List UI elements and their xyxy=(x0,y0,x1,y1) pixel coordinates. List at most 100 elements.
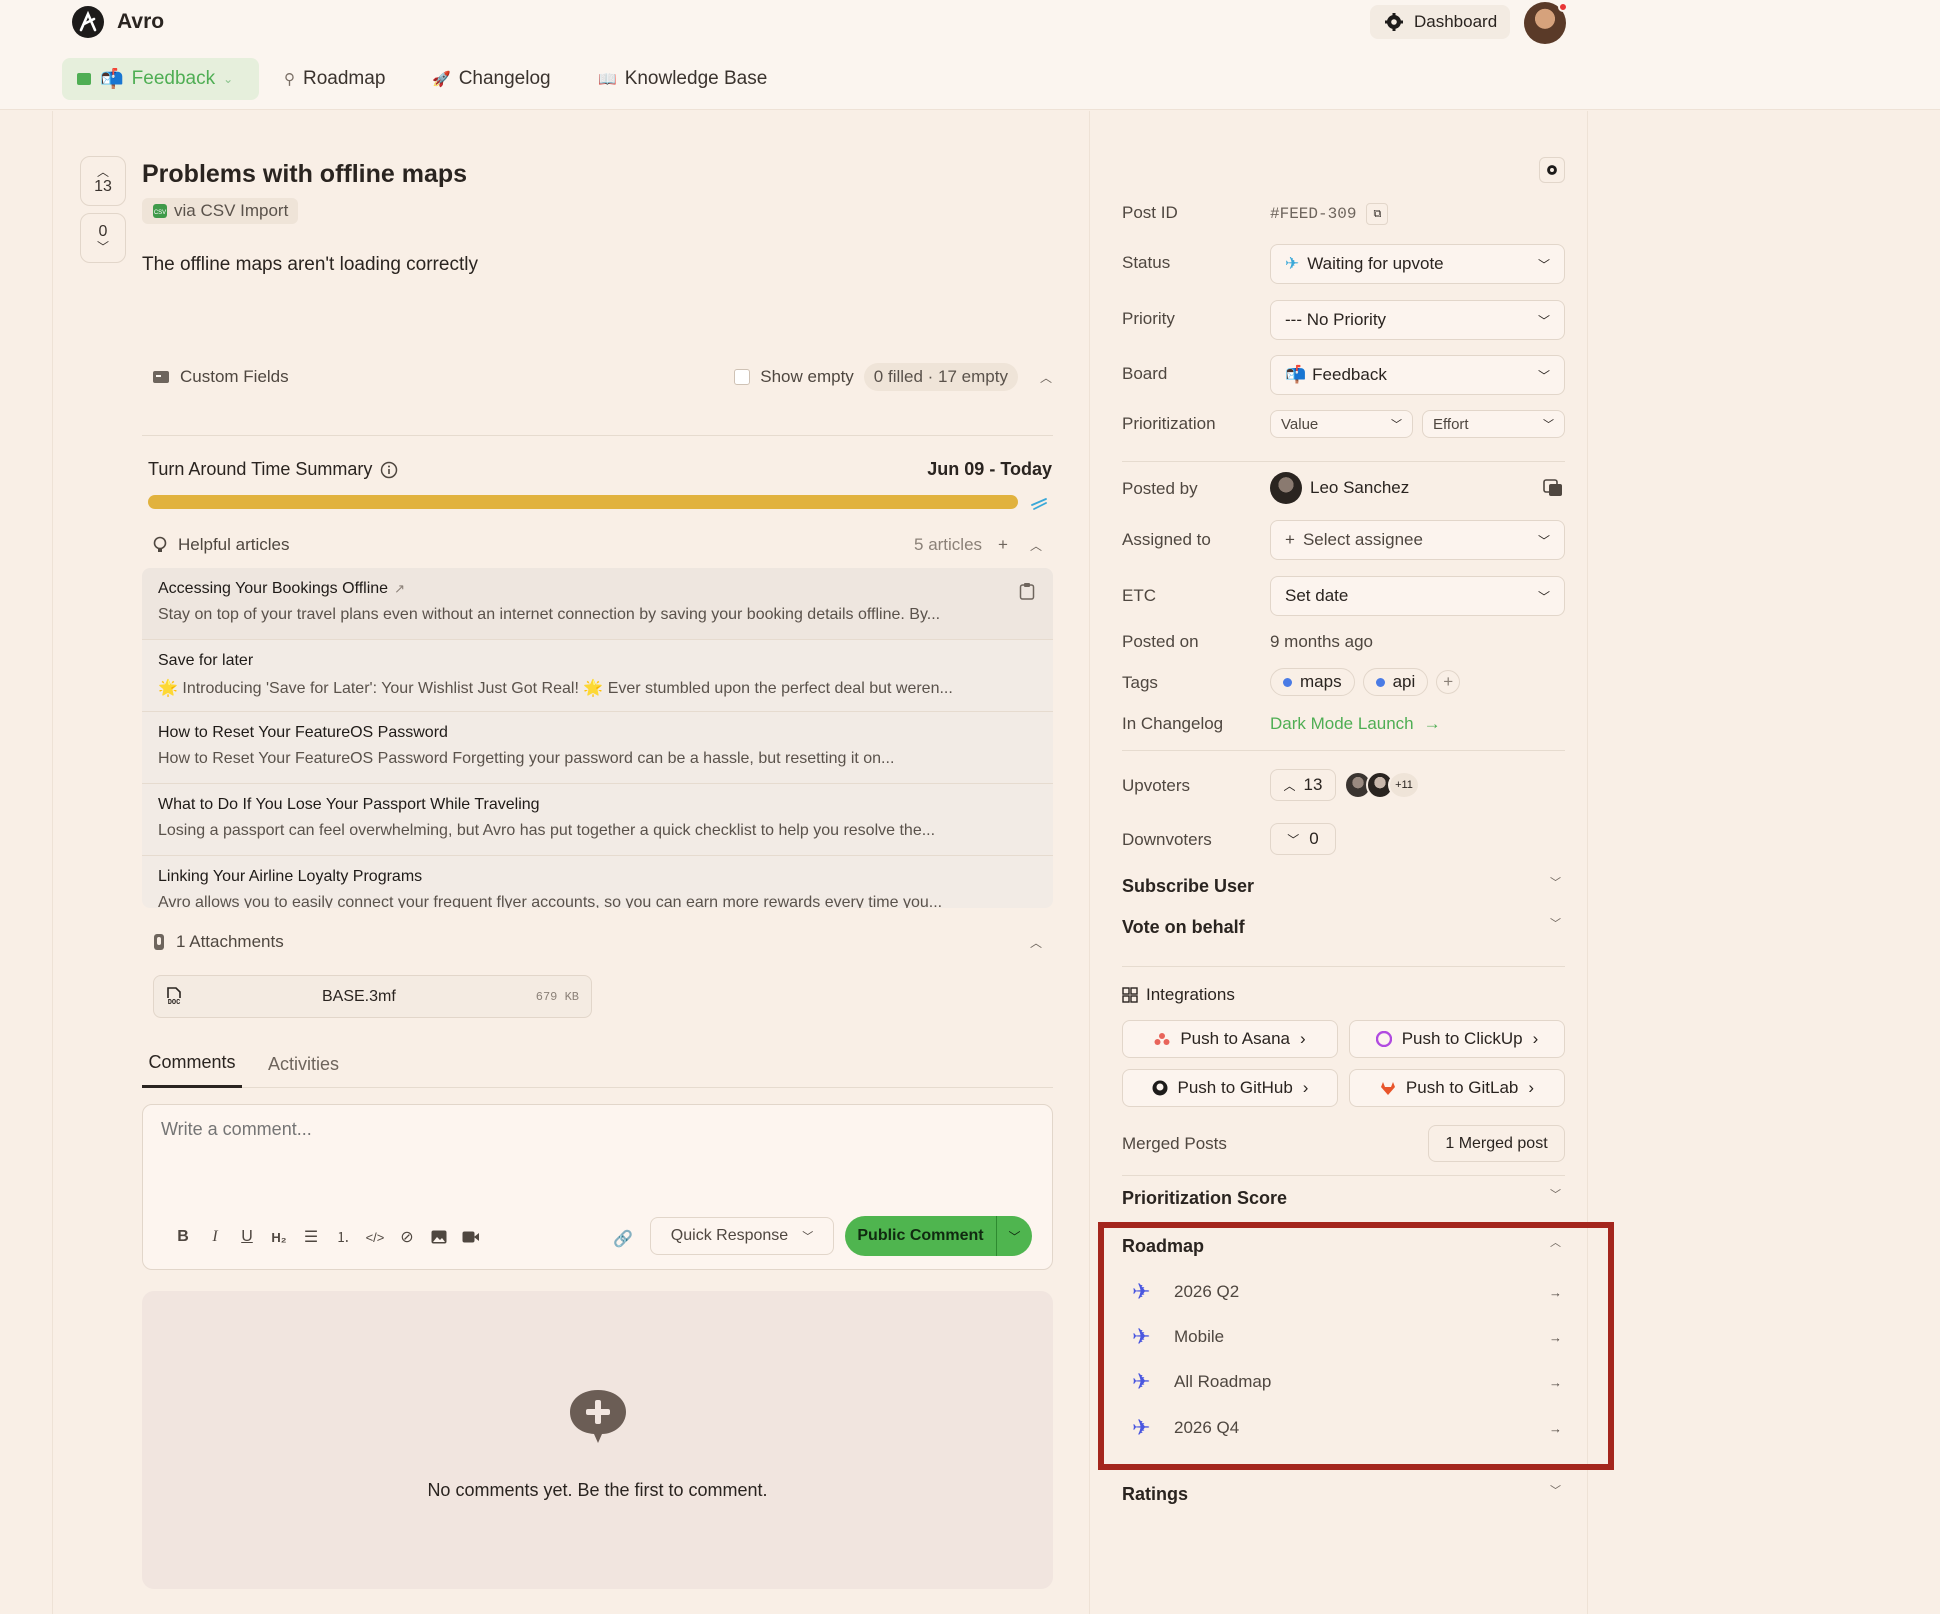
merged-posts-button[interactable]: 1 Merged post xyxy=(1428,1125,1565,1162)
chevron-down-icon: ﹀ xyxy=(1391,419,1402,431)
effort-select[interactable]: Effort ﹀ xyxy=(1422,410,1565,438)
board-select[interactable]: 📬 Feedback ﹀ xyxy=(1270,355,1565,395)
dashboard-button[interactable]: Dashboard xyxy=(1370,5,1510,39)
downvote-button[interactable]: 0 ﹀ xyxy=(80,213,126,263)
ratings-header[interactable]: Ratings xyxy=(1122,1484,1188,1505)
downvoters-button[interactable]: ﹀ 0 xyxy=(1270,823,1336,855)
attachments-header[interactable]: 1 Attachments ︿ xyxy=(152,930,1042,954)
priority-label: Priority xyxy=(1122,309,1175,328)
italic-icon[interactable]: I xyxy=(205,1227,225,1247)
csv-icon: CSV xyxy=(152,203,168,219)
tag-chip[interactable]: maps xyxy=(1270,668,1355,696)
comment-input[interactable] xyxy=(161,1119,1031,1179)
link-icon[interactable]: ⊘ xyxy=(397,1227,417,1247)
chevron-up-icon: ︿ xyxy=(1283,778,1296,793)
roadmap-item[interactable]: ✈ 2026 Q2 → xyxy=(1132,1272,1562,1312)
push-to-github-button[interactable]: Push to GitHub › xyxy=(1122,1069,1338,1107)
article-item[interactable]: Save for later 🌟 Introducing 'Save for L… xyxy=(142,640,1053,712)
chevron-up-icon[interactable]: ︿ xyxy=(1030,934,1042,951)
quick-response-select[interactable]: Quick Response ﹀ xyxy=(650,1217,834,1255)
value-select[interactable]: Value ﹀ xyxy=(1270,410,1413,438)
roadmap-item[interactable]: ✈ All Roadmap → xyxy=(1132,1362,1562,1402)
article-item[interactable]: Linking Your Airline Loyalty Programs Av… xyxy=(142,856,1053,908)
add-comment-icon[interactable] xyxy=(568,1388,628,1444)
article-snippet: 🌟 Introducing 'Save for Later': Your Wis… xyxy=(158,680,953,697)
custom-fields-header[interactable]: Custom Fields Show empty 0 filled · 17 e… xyxy=(152,363,1052,391)
image-icon[interactable] xyxy=(429,1227,449,1247)
airplane-icon: ✈ xyxy=(1132,1415,1151,1440)
tab-activities[interactable]: Activities xyxy=(268,1040,339,1088)
etc-select[interactable]: Set date ﹀ xyxy=(1270,576,1565,616)
chevron-down-icon[interactable]: ﹀ xyxy=(1550,1186,1561,1202)
avro-logo-icon[interactable] xyxy=(72,6,104,38)
changelog-value: Dark Mode Launch xyxy=(1270,714,1414,733)
plus-icon[interactable]: + xyxy=(998,535,1008,555)
push-to-gitlab-button[interactable]: Push to GitLab › xyxy=(1349,1069,1565,1107)
chevron-down-icon[interactable]: ﹀ xyxy=(1550,874,1561,890)
copy-icon[interactable]: ⧉ xyxy=(1366,203,1389,225)
lightbulb-icon xyxy=(152,536,168,554)
nav-changelog[interactable]: 🚀 Changelog xyxy=(418,58,565,100)
chevron-down-icon: ﹀ xyxy=(1537,368,1550,383)
push-to-asana-button[interactable]: Push to Asana › xyxy=(1122,1020,1338,1058)
chevron-up-icon[interactable]: ︿ xyxy=(1040,369,1052,386)
roadmap-item-label: All Roadmap xyxy=(1174,1372,1272,1391)
chevron-up-icon[interactable]: ︿ xyxy=(1030,537,1042,554)
roadmap-item[interactable]: ✈ 2026 Q4 → xyxy=(1132,1408,1562,1448)
push-to-github-label: Push to GitHub xyxy=(1177,1078,1293,1097)
merged-posts-label: Merged Posts xyxy=(1122,1134,1227,1153)
upvoters-button[interactable]: ︿ 13 xyxy=(1270,769,1336,801)
helpful-articles-header[interactable]: Helpful articles 5 articles + ︿ xyxy=(152,533,1042,557)
add-tag-button[interactable]: + xyxy=(1436,670,1461,694)
nav-feedback[interactable]: 📬 Feedback ⌄ xyxy=(62,58,259,100)
nav-knowledge-base[interactable]: 📖 Knowledge Base xyxy=(584,58,781,100)
custom-fields-label: Custom Fields xyxy=(180,367,289,386)
chevron-down-icon[interactable]: ﹀ xyxy=(996,1216,1032,1256)
changelog-link[interactable]: Dark Mode Launch → xyxy=(1270,714,1441,734)
heading-icon[interactable]: H₂ xyxy=(269,1227,289,1247)
vote-on-behalf-header[interactable]: Vote on behalf xyxy=(1122,917,1245,938)
numbered-list-icon[interactable]: ⒈ xyxy=(333,1227,353,1247)
video-icon[interactable] xyxy=(461,1227,481,1247)
airplane-icon: ✈ xyxy=(1132,1324,1151,1349)
chevron-up-icon[interactable]: ︿ xyxy=(1550,1234,1561,1250)
roadmap-item-label: 2026 Q4 xyxy=(1174,1418,1240,1437)
assignee-select[interactable]: + Select assignee ﹀ xyxy=(1270,520,1565,560)
prioritization-score-header[interactable]: Prioritization Score xyxy=(1122,1188,1287,1209)
nav-roadmap-label: Roadmap xyxy=(303,68,386,89)
comments-empty-state: No comments yet. Be the first to comment… xyxy=(142,1291,1053,1589)
roadmap-header[interactable]: Roadmap xyxy=(1122,1236,1204,1257)
article-item[interactable]: Accessing Your Bookings Offline ↗ Stay on… xyxy=(142,568,1053,640)
nav-roadmap[interactable]: ⚲ Roadmap xyxy=(270,58,399,100)
chevron-down-icon: ﹀ xyxy=(96,240,109,254)
chevron-down-icon[interactable]: ﹀ xyxy=(1550,915,1561,931)
article-item[interactable]: What to Do If You Lose Your Passport Whi… xyxy=(142,784,1053,856)
bullet-list-icon[interactable]: ☰ xyxy=(301,1227,321,1247)
attach-link-icon[interactable]: 🔗 xyxy=(613,1229,633,1249)
push-to-clickup-button[interactable]: Push to ClickUp › xyxy=(1349,1020,1565,1058)
show-empty-checkbox[interactable] xyxy=(734,369,751,385)
info-icon[interactable] xyxy=(380,461,398,479)
public-comment-button[interactable]: Public Comment ﹀ xyxy=(845,1216,1032,1256)
code-icon[interactable]: </> xyxy=(365,1227,385,1247)
subscribe-user-header[interactable]: Subscribe User xyxy=(1122,876,1254,897)
app-name: Avro xyxy=(117,10,165,33)
chevron-down-icon[interactable]: ﹀ xyxy=(1550,1482,1561,1498)
posted-by[interactable]: Leo Sanchez xyxy=(1270,472,1409,504)
roadmap-item[interactable]: ✈ Mobile → xyxy=(1132,1317,1562,1357)
status-select[interactable]: ✈ Waiting for upvote ﹀ xyxy=(1270,244,1565,284)
settings-button[interactable] xyxy=(1539,157,1565,183)
tag-chip[interactable]: api xyxy=(1362,668,1429,696)
underline-icon[interactable]: U xyxy=(237,1227,257,1247)
user-card-icon[interactable] xyxy=(1543,479,1563,497)
clipboard-icon[interactable] xyxy=(1019,582,1035,600)
upvoters-avatars[interactable]: +11 xyxy=(1344,771,1420,799)
priority-select[interactable]: --- No Priority ﹀ xyxy=(1270,300,1565,340)
article-item[interactable]: How to Reset Your FeatureOS Password How… xyxy=(142,712,1053,784)
upvote-button[interactable]: ︿ 13 xyxy=(80,156,126,206)
chevron-down-icon: ﹀ xyxy=(1537,313,1550,328)
tab-comments[interactable]: Comments xyxy=(142,1040,242,1088)
attachment-file[interactable]: DOC BASE.3mf 679 KB xyxy=(153,975,592,1018)
tag-label: api xyxy=(1392,672,1416,691)
bold-icon[interactable]: B xyxy=(173,1227,193,1247)
